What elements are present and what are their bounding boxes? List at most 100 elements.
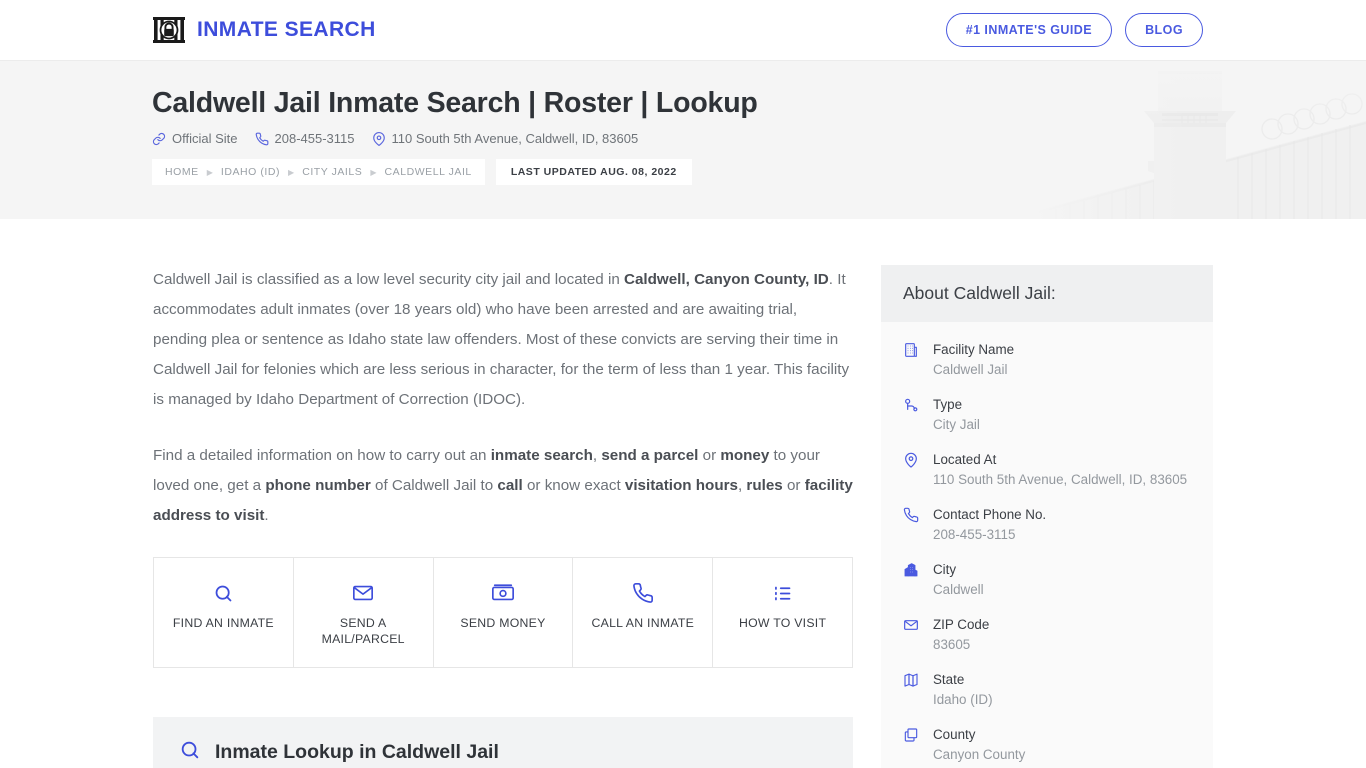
hero-address: 110 South 5th Avenue, Caldwell, ID, 8360… xyxy=(372,131,639,147)
action-how-to-visit[interactable]: HOW TO VISIT xyxy=(713,558,852,667)
info-row-county: County Canyon County xyxy=(903,725,1191,765)
link-icon xyxy=(152,132,166,146)
details-text-6: or know exact xyxy=(522,477,625,494)
jail-lock-icon xyxy=(152,13,186,47)
info-value: 208-455-3115 xyxy=(933,527,1016,542)
info-value: Canyon County xyxy=(933,747,1026,762)
info-row-type: Type City Jail xyxy=(903,395,1191,435)
layers-icon xyxy=(903,725,921,765)
about-facility-heading: About Caldwell Jail: xyxy=(903,283,1056,303)
action-label: FIND AN INMATE xyxy=(172,616,274,630)
action-label: SEND MONEY xyxy=(460,616,546,630)
last-updated-label: LAST UPDATED AUG. 08, 2022 xyxy=(510,166,677,179)
details-bold-send-parcel: send a parcel xyxy=(601,447,699,464)
info-key: Contact Phone No. xyxy=(933,507,1047,522)
details-text-8: or xyxy=(782,477,805,494)
info-key: Type xyxy=(933,397,963,412)
intro-bold-1: Caldwell, Canyon County, ID xyxy=(624,271,829,288)
envelope-icon xyxy=(300,580,427,606)
breadcrumb: HOME ▶ IDAHO (ID) ▶ CITY JAILS ▶ CALDWEL… xyxy=(152,159,692,186)
info-value: Idaho (ID) xyxy=(933,692,993,707)
breadcrumb-list: HOME ▶ IDAHO (ID) ▶ CITY JAILS ▶ CALDWEL… xyxy=(152,159,485,186)
details-bold-inmate-search: inmate search xyxy=(490,447,593,464)
inmate-lookup-title: Inmate Lookup in Caldwell Jail xyxy=(215,741,499,763)
details-bold-money: money xyxy=(720,447,770,464)
info-row-zip-code: ZIP Code 83605 xyxy=(903,615,1191,655)
about-facility-header: About Caldwell Jail: xyxy=(881,265,1213,322)
hero-address-label: 110 South 5th Avenue, Caldwell, ID, 8360… xyxy=(391,131,639,147)
search-icon xyxy=(160,580,287,606)
info-row-state: State Idaho (ID) xyxy=(903,670,1191,710)
breadcrumb-item-home[interactable]: HOME xyxy=(165,166,199,178)
intro-paragraph: Caldwell Jail is classified as a low lev… xyxy=(153,265,853,415)
hero-phone[interactable]: 208-455-3115 xyxy=(255,131,355,146)
details-text-3: or xyxy=(698,447,721,464)
info-row-facility-name: Facility Name Caldwell Jail xyxy=(903,340,1191,380)
details-bold-rules: rules xyxy=(746,477,783,494)
building-icon xyxy=(903,340,921,380)
map-icon xyxy=(903,670,921,710)
about-facility-list: Facility Name Caldwell Jail Type City Ja… xyxy=(881,322,1213,768)
hero-section: Caldwell Jail Inmate Search | Roster | L… xyxy=(0,61,1366,219)
nav-actions: #1 INMATE'S GUIDE BLOG xyxy=(945,13,1203,47)
info-value: City Jail xyxy=(933,417,980,432)
intro-text-2: . It accommodates adult inmates (over 18… xyxy=(153,271,850,408)
info-value: Caldwell Jail xyxy=(933,362,1008,377)
info-key: ZIP Code xyxy=(933,617,990,632)
brand-name: INMATE SEARCH xyxy=(197,18,376,41)
action-send-mail-parcel[interactable]: SEND A MAIL/PARCEL xyxy=(293,558,434,667)
info-key: State xyxy=(933,672,965,687)
map-pin-icon xyxy=(372,131,386,146)
main-column: Caldwell Jail is classified as a low lev… xyxy=(153,265,853,768)
hero-meta-row: Official Site 208-455-3115 110 South 5th… xyxy=(152,131,1366,146)
inmates-guide-button[interactable]: #1 INMATE'S GUIDE xyxy=(945,13,1113,47)
sidebar-column: About Caldwell Jail: Facility Name Caldw… xyxy=(881,265,1213,768)
hero-phone-label: 208-455-3115 xyxy=(274,131,355,147)
search-icon xyxy=(179,739,201,766)
info-key: Facility Name xyxy=(933,342,1015,357)
breadcrumb-item-caldwell-jail[interactable]: CALDWELL JAIL xyxy=(385,166,472,178)
breadcrumb-separator-icon: ▶ xyxy=(206,167,213,177)
breadcrumb-item-idaho[interactable]: IDAHO (ID) xyxy=(221,166,280,178)
action-find-an-inmate[interactable]: FIND AN INMATE xyxy=(154,558,294,667)
details-bold-call: call xyxy=(497,477,523,494)
top-navigation-bar: INMATE SEARCH #1 INMATE'S GUIDE BLOG xyxy=(0,0,1366,61)
city-icon xyxy=(903,560,921,600)
details-paragraph: Find a detailed information on how to ca… xyxy=(153,441,853,531)
quick-action-bar: FIND AN INMATE SEND A MAIL/PARCEL SEND M… xyxy=(153,557,853,668)
info-value: 83605 xyxy=(933,637,971,652)
action-label: CALL AN INMATE xyxy=(591,616,695,630)
action-call-an-inmate[interactable]: CALL AN INMATE xyxy=(573,558,714,667)
info-key: County xyxy=(933,727,976,742)
hero-official-site-label: Official Site xyxy=(172,131,238,147)
intro-text-1: Caldwell Jail is classified as a low lev… xyxy=(153,271,625,288)
envelope-icon xyxy=(903,615,921,655)
info-value: 110 South 5th Avenue, Caldwell, ID, 8360… xyxy=(933,472,1188,487)
info-value: Caldwell xyxy=(933,582,984,597)
page-content: Caldwell Jail is classified as a low lev… xyxy=(0,219,1366,768)
details-text-5: of Caldwell Jail to xyxy=(370,477,498,494)
info-row-city: City Caldwell xyxy=(903,560,1191,600)
action-label: HOW TO VISIT xyxy=(738,616,827,630)
money-icon xyxy=(440,580,567,606)
info-key: Located At xyxy=(933,452,997,467)
phone-icon xyxy=(255,132,269,146)
hero-official-site[interactable]: Official Site xyxy=(152,131,238,146)
breadcrumb-separator-icon: ▶ xyxy=(288,167,295,177)
blog-button[interactable]: BLOG xyxy=(1125,13,1203,47)
list-icon xyxy=(719,580,846,606)
action-send-money[interactable]: SEND MONEY xyxy=(433,558,574,667)
breadcrumb-item-city-jails[interactable]: CITY JAILS xyxy=(302,166,362,178)
action-label: SEND A MAIL/PARCEL xyxy=(321,616,405,646)
details-text-9: . xyxy=(264,507,269,524)
info-row-contact-phone: Contact Phone No. 208-455-3115 xyxy=(903,505,1191,545)
map-pin-icon xyxy=(903,450,921,490)
inmate-lookup-panel: Inmate Lookup in Caldwell Jail xyxy=(153,717,853,768)
phone-icon xyxy=(903,505,921,545)
breadcrumb-separator-icon: ▶ xyxy=(370,167,377,177)
details-bold-phone-number: phone number xyxy=(265,477,371,494)
details-text-1: Find a detailed information on how to ca… xyxy=(153,447,491,464)
node-icon xyxy=(903,395,921,435)
phone-icon xyxy=(579,580,706,606)
brand-logo[interactable]: INMATE SEARCH xyxy=(152,13,376,47)
